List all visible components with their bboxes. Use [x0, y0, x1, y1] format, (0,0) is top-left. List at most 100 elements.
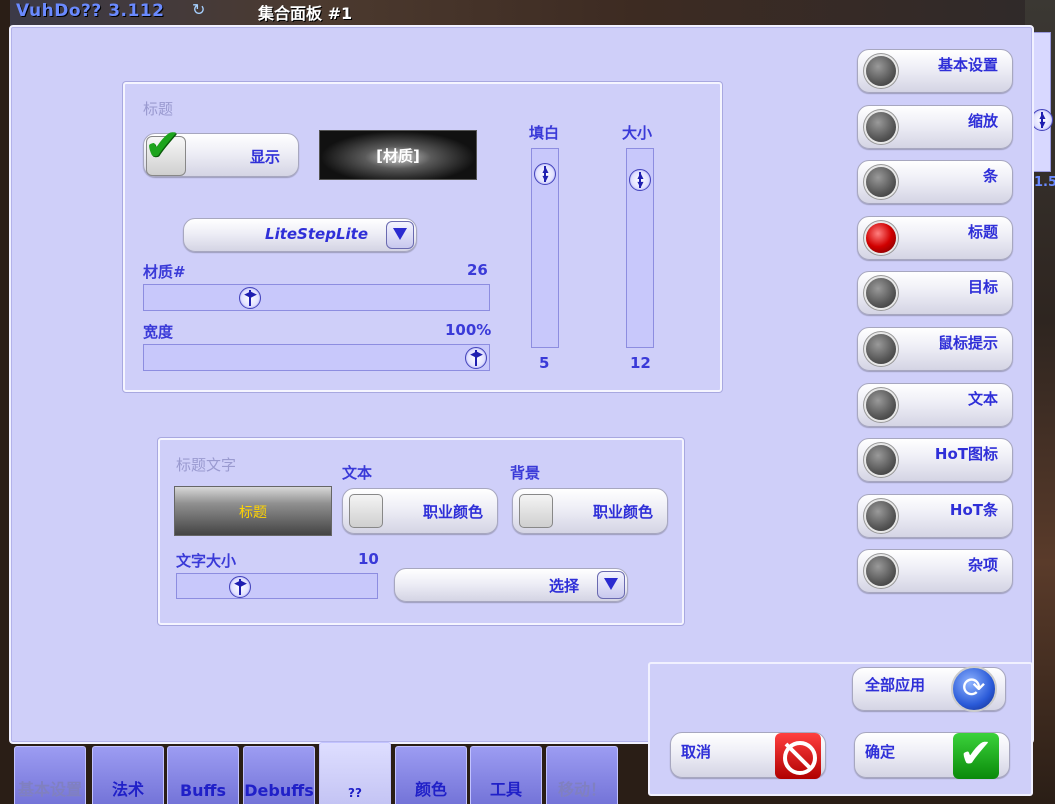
- text-color-button-label: 职业颜色: [422, 503, 483, 521]
- side-menu-label: 文本: [967, 389, 998, 408]
- side-menu-item[interactable]: 基本设置: [857, 49, 1013, 93]
- side-menu-item[interactable]: 标题: [857, 215, 1013, 260]
- bottom-tab[interactable]: 基本设置: [14, 746, 86, 804]
- texture-select[interactable]: LiteStepLite: [183, 218, 417, 252]
- bottom-tab[interactable]: ??: [319, 742, 391, 804]
- show-label: 显示: [250, 148, 281, 166]
- indicator-icon: [866, 278, 896, 309]
- font-select-label: 选择: [548, 577, 579, 595]
- texture-label: [材质]: [376, 147, 420, 165]
- addon-title: VuhDo?? 3.112: [16, 1, 165, 21]
- bottom-tab-label: 基本设置: [17, 780, 82, 799]
- font-size-thumb[interactable]: [229, 576, 251, 598]
- title-panel: 标题 ✔ 显示 [材质] LiteStepLite 材质# 26 宽度 100%…: [123, 82, 722, 392]
- texture-num-slider[interactable]: [143, 284, 490, 311]
- apply-all-icon: [951, 666, 997, 712]
- side-menu-label: 目标: [967, 278, 998, 297]
- size-value: 12: [630, 354, 651, 372]
- bg-color-swatch: [519, 494, 553, 528]
- bg-color-label: 背景: [510, 464, 541, 482]
- scrollbar[interactable]: [1031, 32, 1053, 172]
- bottom-tab-label: 工具: [489, 780, 522, 799]
- indicator-icon: [866, 500, 896, 531]
- cancel-icon: [775, 733, 821, 779]
- texture-num-value: 26: [467, 261, 488, 279]
- scroll-value: 1.5: [1034, 175, 1055, 190]
- side-menu-item[interactable]: 缩放: [857, 104, 1013, 149]
- indicator-icon: [866, 56, 896, 86]
- side-menu-label: HoT图标: [934, 445, 998, 464]
- ok-button[interactable]: 确定: [854, 731, 1010, 779]
- ok-label: 确定: [865, 743, 896, 761]
- bottom-tab-label: Debuffs: [244, 781, 314, 800]
- indicator-icon: [866, 556, 896, 587]
- bottom-tab[interactable]: 颜色: [395, 746, 467, 804]
- text-color-swatch: [349, 494, 383, 528]
- padding-slider[interactable]: [531, 148, 559, 348]
- bottom-tab[interactable]: 移动！: [546, 746, 618, 804]
- show-toggle[interactable]: ✔ 显示: [143, 120, 299, 177]
- side-menu-label: 基本设置: [937, 56, 998, 74]
- texture-dropdown-icon[interactable]: [386, 221, 414, 249]
- size-thumb[interactable]: [629, 169, 651, 191]
- bottom-tab-label: Buffs: [179, 781, 227, 800]
- title-panel-heading: 标题: [143, 100, 174, 118]
- font-select[interactable]: 选择: [394, 568, 628, 602]
- side-menu-label: 条: [982, 167, 998, 186]
- bottom-tab-label: 颜色: [414, 780, 447, 799]
- side-menu-label: 鼠标提示: [937, 334, 998, 352]
- side-menu-item[interactable]: 鼠标提示: [857, 327, 1013, 371]
- padding-label: 填白: [529, 124, 560, 142]
- bottom-tab[interactable]: Debuffs: [243, 746, 315, 804]
- apply-all-button[interactable]: 全部应用: [852, 666, 1006, 712]
- text-color-button[interactable]: 职业颜色: [342, 488, 498, 534]
- bottom-tab-label: 法术: [111, 780, 144, 799]
- indicator-icon: [866, 111, 896, 142]
- title-text-heading: 标题文字: [176, 456, 237, 474]
- width-thumb[interactable]: [465, 347, 487, 369]
- text-color-label: 文本: [342, 464, 373, 482]
- refresh-icon[interactable]: ↻: [192, 0, 205, 19]
- width-value: 100%: [445, 321, 492, 339]
- side-menu-item[interactable]: 文本: [857, 382, 1013, 427]
- side-menu-label: 缩放: [967, 111, 998, 130]
- size-slider[interactable]: [626, 148, 654, 348]
- cancel-button[interactable]: 取消: [670, 732, 826, 779]
- font-dropdown-icon[interactable]: [597, 571, 625, 599]
- bg-color-button-label: 职业颜色: [592, 503, 653, 521]
- indicator-icon: [866, 167, 896, 198]
- ok-icon: [953, 731, 999, 779]
- title-preview-text: 标题: [239, 505, 267, 521]
- side-menu-item[interactable]: 条: [857, 160, 1013, 205]
- side-menu-item[interactable]: 杂项: [857, 549, 1013, 594]
- texture-num-label: 材质#: [143, 263, 186, 281]
- bottom-tab[interactable]: Buffs: [167, 746, 239, 804]
- bottom-tab[interactable]: 工具: [470, 746, 542, 804]
- width-slider[interactable]: [143, 344, 490, 371]
- bottom-tab-label: ??: [348, 786, 362, 800]
- side-menu-label: HoT条: [949, 500, 998, 519]
- padding-value: 5: [539, 354, 550, 372]
- indicator-icon: [866, 389, 896, 420]
- bottom-tab[interactable]: 法术: [92, 746, 164, 804]
- size-label: 大小: [622, 124, 653, 142]
- texture-num-thumb[interactable]: [239, 287, 261, 309]
- bottom-tab-label: 移动！: [557, 780, 606, 799]
- font-size-value: 10: [358, 550, 379, 568]
- active-indicator-icon: [866, 222, 896, 253]
- padding-thumb[interactable]: [534, 163, 556, 185]
- texture-select-value: LiteStepLite: [265, 225, 368, 243]
- side-menu-label: 标题: [967, 222, 998, 241]
- texture-preview[interactable]: [材质]: [319, 130, 477, 180]
- cancel-label: 取消: [681, 743, 712, 761]
- side-menu-label: 杂项: [967, 556, 998, 575]
- scroll-thumb[interactable]: [1031, 109, 1053, 131]
- side-menu-item[interactable]: HoT图标: [857, 438, 1013, 483]
- bg-color-button[interactable]: 职业颜色: [512, 488, 668, 534]
- side-menu-item[interactable]: HoT条: [857, 493, 1013, 538]
- side-menu-item[interactable]: 目标: [857, 271, 1013, 316]
- indicator-icon: [866, 445, 896, 476]
- font-size-slider[interactable]: [176, 573, 378, 599]
- indicator-icon: [866, 334, 896, 364]
- panel-tab-label: 集合面板 #1: [258, 4, 353, 23]
